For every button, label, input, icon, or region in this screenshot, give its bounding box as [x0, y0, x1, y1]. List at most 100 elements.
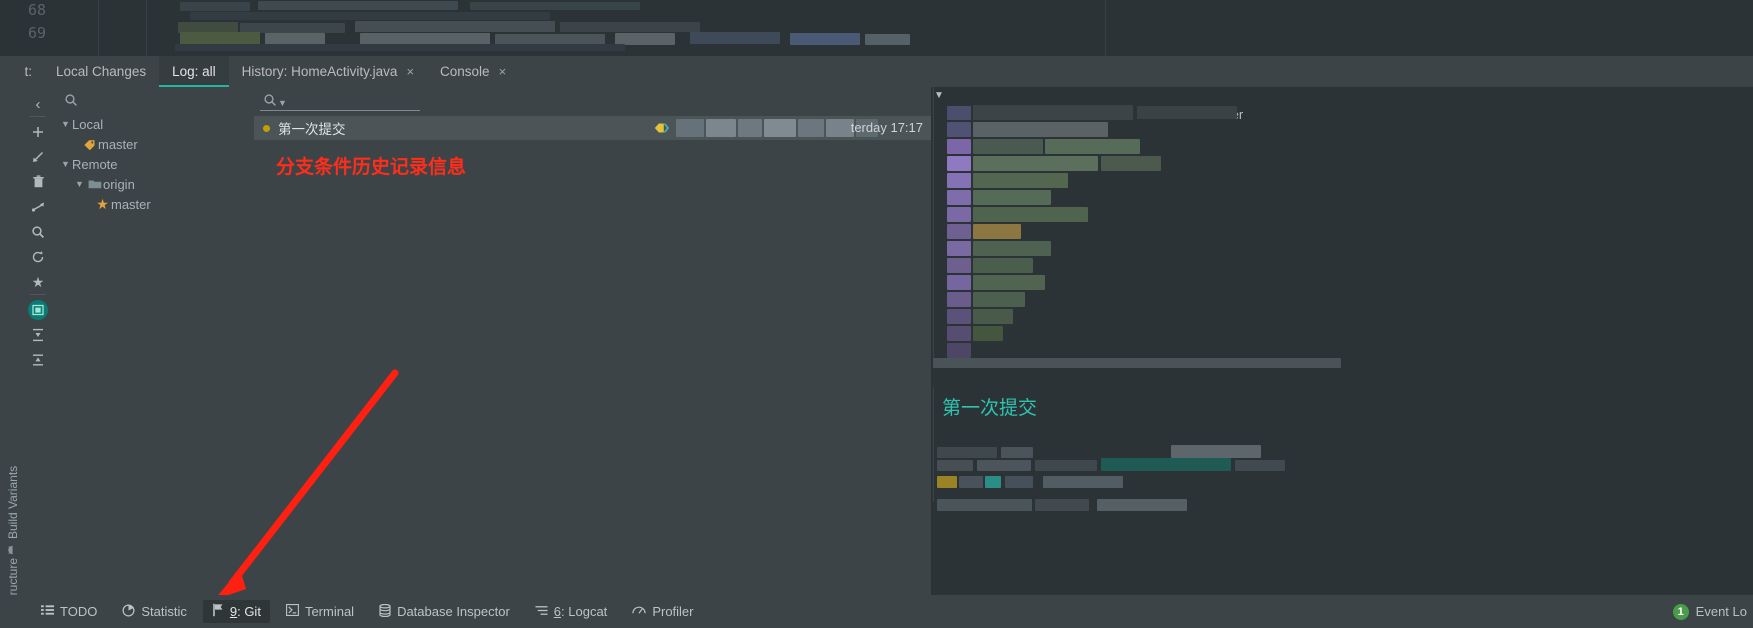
chevron-down-icon[interactable]: ▼ [278, 98, 287, 108]
star-icon: ★ [96, 196, 109, 212]
detail-commit-message: 第一次提交 [942, 397, 1038, 419]
branch-search-input[interactable] [83, 91, 243, 110]
event-log-label: Event Lo [1695, 604, 1747, 619]
tree-node-remote[interactable]: ▼ Remote [51, 154, 254, 174]
chevron-down-icon[interactable]: ▼ [59, 119, 72, 129]
tab-console[interactable]: Console × [427, 56, 519, 87]
tab-label: Local Changes [56, 64, 147, 79]
delete-icon[interactable] [25, 169, 51, 195]
blurred-detail [947, 241, 971, 256]
chevron-down-icon[interactable]: ▼ [73, 179, 86, 189]
blurred-code [690, 32, 780, 44]
branch-search-row[interactable] [51, 87, 254, 114]
status-item-label: Terminal [304, 604, 355, 619]
status-item-terminal[interactable]: Terminal [277, 601, 363, 622]
blurred-detail [1035, 499, 1089, 511]
blurred-detail [973, 122, 1108, 137]
commit-timestamp: terday 17:17 [850, 120, 923, 135]
gutter-divider [1105, 0, 1106, 56]
tree-node-label: origin [103, 176, 135, 192]
blurred-detail [973, 105, 1133, 120]
status-item-todo[interactable]: TODO [32, 601, 106, 622]
blurred-author [706, 119, 736, 137]
blurred-detail [1043, 476, 1123, 488]
blurred-detail [947, 275, 971, 290]
chevron-down-icon[interactable]: ▼ [59, 159, 72, 169]
status-item-text: Git [244, 604, 261, 619]
collapse-panel-icon[interactable]: ‹ [25, 91, 51, 117]
tree-node-label: Remote [72, 156, 118, 172]
blurred-detail [947, 326, 971, 341]
blurred-detail [1001, 447, 1033, 458]
blurred-author [798, 119, 824, 137]
search-icon[interactable] [25, 219, 51, 245]
blurred-detail [973, 224, 1021, 239]
detail-gutter-line [933, 387, 934, 502]
branch-tree: ▼ Local master ▼ Remote ▼ origin ★ maste… [51, 114, 254, 628]
status-item-label: Database Inspector [397, 604, 510, 619]
rail-divider [30, 294, 46, 295]
blurred-detail [973, 275, 1045, 290]
blurred-detail [973, 326, 1003, 341]
blurred-detail [937, 447, 997, 458]
todo-icon [41, 604, 54, 619]
tree-node-origin-master[interactable]: ★ master [51, 194, 254, 214]
merge-icon[interactable] [25, 194, 51, 220]
event-log-button[interactable]: 1 Event Lo [1672, 603, 1747, 620]
favorite-icon[interactable]: ★ [25, 269, 51, 295]
expand-all-icon[interactable] [25, 322, 51, 348]
tree-node-local[interactable]: ▼ Local [51, 114, 254, 134]
tab-label: History: HomeActivity.java [241, 64, 398, 79]
blurred-detail [937, 499, 1032, 511]
blurred-detail [937, 476, 957, 488]
blurred-code [355, 21, 555, 32]
status-item-database-inspector[interactable]: Database Inspector [370, 601, 519, 623]
checkout-icon[interactable] [25, 144, 51, 170]
annotation-text-history: 分支条件历史记录信息 [276, 156, 467, 178]
close-icon[interactable]: × [499, 65, 507, 78]
collapse-all-icon[interactable] [25, 347, 51, 373]
blurred-detail [947, 156, 971, 171]
tree-node-label: master [98, 136, 138, 152]
show-branches-icon[interactable] [25, 297, 51, 323]
status-item-label: 9: Git [229, 604, 261, 619]
log-search-input[interactable] [288, 91, 413, 109]
left-tool-stripe: Build Variants 7: Structure ★ 2: Favorit… [0, 56, 25, 628]
gutter-divider [146, 0, 147, 56]
blurred-detail [947, 139, 971, 154]
blurred-detail [1101, 156, 1161, 171]
blurred-code [180, 2, 250, 11]
blurred-detail [1235, 460, 1285, 471]
tab-history-homeactivity[interactable]: History: HomeActivity.java × [229, 56, 427, 87]
tag-icon [81, 138, 98, 151]
tree-node-origin[interactable]: ▼ origin [51, 174, 254, 194]
tree-node-local-master[interactable]: master [51, 134, 254, 154]
collapse-details-icon[interactable]: ▼ [934, 90, 944, 101]
status-item-profiler[interactable]: Profiler [623, 601, 702, 622]
blurred-detail [973, 139, 1043, 154]
blurred-code [865, 34, 910, 45]
blurred-detail [1171, 445, 1261, 458]
tab-log-all[interactable]: Log: all [159, 56, 229, 87]
log-search-row[interactable]: ▼ [254, 87, 931, 116]
blurred-author [738, 119, 762, 137]
blurred-code [560, 22, 700, 32]
blurred-code [190, 12, 550, 20]
search-underline [260, 110, 420, 111]
blurred-detail [947, 309, 971, 324]
add-icon[interactable] [25, 119, 51, 145]
blurred-detail [947, 190, 971, 205]
blurred-detail [973, 173, 1068, 188]
commit-row[interactable]: 第一次提交 terday 17:17 [254, 116, 931, 140]
commit-node-icon [263, 124, 270, 132]
blurred-detail [947, 292, 971, 307]
blurred-author [764, 119, 796, 137]
blurred-detail [1137, 106, 1237, 119]
terminal-icon [285, 604, 299, 619]
status-item-logcat[interactable]: 6: Logcat [526, 601, 617, 622]
tab-local-changes[interactable]: Local Changes [43, 56, 159, 87]
close-icon[interactable]: × [406, 65, 414, 78]
status-item-git[interactable]: 9: Git [202, 600, 270, 623]
refresh-icon[interactable] [25, 244, 51, 270]
status-item-statistic[interactable]: Statistic [113, 601, 196, 623]
